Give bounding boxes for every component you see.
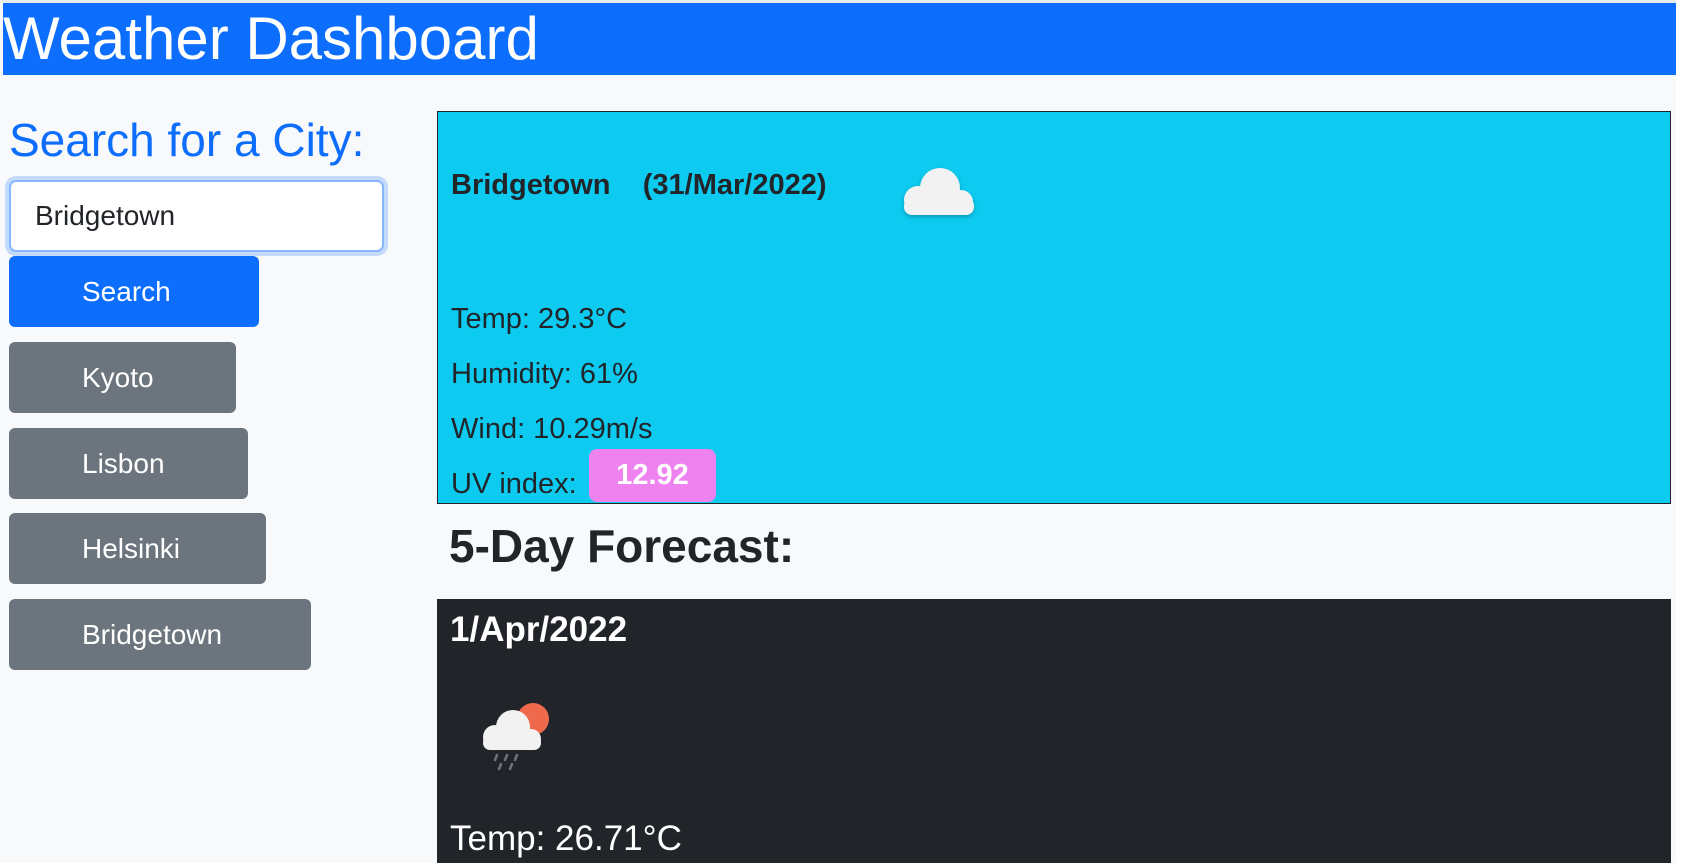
rain-sun-cloud-icon: [467, 689, 567, 779]
current-city-heading: Bridgetown (31/Mar/2022): [451, 167, 827, 203]
history-button-helsinki[interactable]: Helsinki: [9, 513, 266, 584]
history-button-kyoto[interactable]: Kyoto: [9, 342, 236, 413]
current-city-name: Bridgetown: [451, 169, 611, 201]
forecast-card: 1/Apr/2022 Temp: 26.71°C: [437, 599, 1671, 863]
history-button-bridgetown[interactable]: Bridgetown: [9, 599, 311, 670]
search-heading: Search for a City:: [9, 114, 365, 166]
uv-index-badge: 12.92: [589, 449, 716, 502]
current-weather-card: Bridgetown (31/Mar/2022) Temp: 29.3°C Hu…: [437, 111, 1671, 504]
current-temp: Temp: 29.3°C: [451, 303, 628, 335]
forecast-date: 1/Apr/2022: [450, 610, 628, 649]
city-search-input[interactable]: [9, 180, 384, 252]
current-wind: Wind: 10.29m/s: [451, 413, 653, 445]
app-header: Weather Dashboard: [3, 3, 1676, 75]
current-uv-label: UV index:: [451, 468, 577, 500]
forecast-heading: 5-Day Forecast:: [449, 520, 795, 572]
cloud-icon: [888, 152, 988, 232]
forecast-temp: Temp: 26.71°C: [450, 819, 682, 858]
page-title: Weather Dashboard: [3, 5, 539, 72]
current-humidity: Humidity: 61%: [451, 358, 638, 390]
current-date: (31/Mar/2022): [642, 169, 827, 201]
scrollbar-gutter: [1676, 0, 1707, 863]
history-button-lisbon[interactable]: Lisbon: [9, 428, 248, 499]
search-button[interactable]: Search: [9, 256, 259, 327]
